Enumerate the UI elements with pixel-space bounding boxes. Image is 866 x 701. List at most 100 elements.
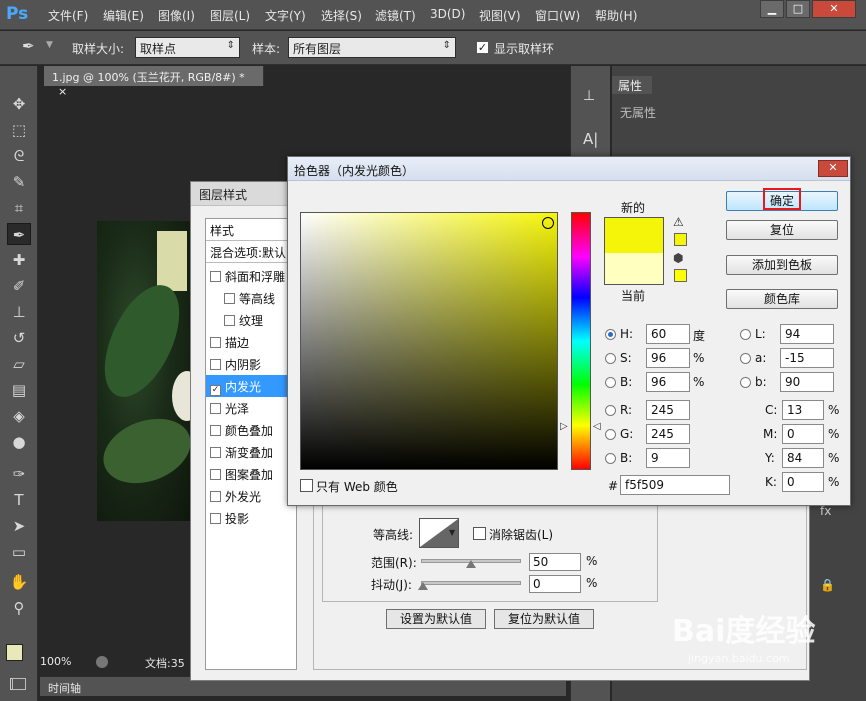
style-checkbox[interactable] [210, 359, 221, 370]
saturation-input[interactable]: 96 [646, 348, 690, 368]
type-tool-icon[interactable]: T [7, 489, 31, 511]
reset-default-button[interactable]: 复位为默认值 [494, 609, 594, 629]
history-brush-icon[interactable]: ↺ [7, 327, 31, 349]
style-checkbox[interactable] [210, 337, 221, 348]
green-radio[interactable] [605, 429, 616, 440]
style-checkbox[interactable] [224, 293, 235, 304]
tab-properties[interactable]: 属性 [612, 76, 652, 94]
menu-select[interactable]: 选择(S) [321, 7, 362, 24]
web-safe-cube-icon[interactable]: ⬢ [673, 251, 683, 265]
style-item-inner-glow[interactable]: ✓ 内发光 [206, 375, 296, 397]
hex-input[interactable]: f5f509 [620, 475, 730, 495]
brightness-input[interactable]: 96 [646, 372, 690, 392]
jitter-slider[interactable] [421, 581, 521, 585]
style-checkbox[interactable] [224, 315, 235, 326]
close-icon[interactable]: ✕ [818, 160, 848, 177]
jitter-slider-thumb[interactable] [418, 582, 428, 590]
style-item-contour[interactable]: 等高线 [206, 287, 296, 309]
healing-brush-icon[interactable]: ✚ [7, 249, 31, 271]
menu-layer[interactable]: 图层(L) [210, 7, 250, 24]
eraser-tool-icon[interactable]: ▱ [7, 353, 31, 375]
pen-tool-icon[interactable]: ✑ [7, 463, 31, 485]
lab-a-radio[interactable] [740, 353, 751, 364]
style-checkbox[interactable] [210, 271, 221, 282]
lab-l-radio[interactable] [740, 329, 751, 340]
menu-filter[interactable]: 滤镜(T) [375, 7, 416, 24]
range-input[interactable]: 50 [529, 553, 581, 571]
cyan-input[interactable]: 13 [782, 400, 824, 420]
style-checkbox[interactable] [210, 513, 221, 524]
style-item-pattern-overlay[interactable]: 图案叠加 [206, 463, 296, 485]
style-checkbox[interactable] [210, 491, 221, 502]
menu-file[interactable]: 文件(F) [48, 7, 88, 24]
screen-mode-icon[interactable] [12, 678, 26, 690]
dodge-tool-icon[interactable]: ● [7, 431, 31, 453]
red-radio[interactable] [605, 405, 616, 416]
lab-a-input[interactable]: -15 [780, 348, 834, 368]
document-tab[interactable]: 1.jpg @ 100% (玉兰花开, RGB/8#) * × [44, 66, 264, 98]
menu-help[interactable]: 帮助(H) [595, 7, 637, 24]
green-input[interactable]: 245 [646, 424, 690, 444]
hue-arrow-right-icon[interactable]: ◁ [593, 421, 601, 432]
yellow-input[interactable]: 84 [782, 448, 824, 468]
brush-tool-icon[interactable]: ✐ [7, 275, 31, 297]
stamp-tool-icon[interactable]: ⊥ [7, 301, 31, 323]
blue-input[interactable]: 9 [646, 448, 690, 468]
zoom-tool-icon[interactable]: ⚲ [7, 597, 31, 619]
foreground-color-swatch[interactable] [6, 644, 23, 661]
reset-button[interactable]: 复位 [726, 220, 838, 240]
style-item-inner-shadow[interactable]: 内阴影 [206, 353, 296, 375]
stamp-panel-icon[interactable]: ⊥ [583, 88, 595, 104]
zoom-level[interactable]: 100% [40, 655, 71, 668]
gamut-swatch[interactable] [674, 233, 687, 246]
magenta-input[interactable]: 0 [782, 424, 824, 444]
black-input[interactable]: 0 [782, 472, 824, 492]
character-panel-icon[interactable]: A| [583, 130, 598, 148]
crop-tool-icon[interactable]: ⌗ [7, 197, 31, 219]
saturation-radio[interactable] [605, 353, 616, 364]
hue-arrow-left-icon[interactable]: ▷ [560, 421, 568, 432]
style-item-drop-shadow[interactable]: 投影 [206, 507, 296, 529]
lab-b-input[interactable]: 90 [780, 372, 834, 392]
quick-select-tool-icon[interactable]: ✎ [7, 171, 31, 193]
move-tool-icon[interactable]: ✥ [7, 93, 31, 115]
color-libraries-button[interactable]: 颜色库 [726, 289, 838, 309]
fx-icon[interactable]: fx [820, 504, 831, 518]
menu-window[interactable]: 窗口(W) [535, 7, 580, 24]
make-default-button[interactable]: 设置为默认值 [386, 609, 486, 629]
marquee-tool-icon[interactable]: ⬚ [7, 119, 31, 141]
style-item-bevel[interactable]: 斜面和浮雕 [206, 265, 296, 287]
blur-tool-icon[interactable]: ◈ [7, 405, 31, 427]
window-close-icon[interactable]: ✕ [812, 0, 856, 18]
chevron-down-icon[interactable]: ▼ [46, 40, 53, 50]
only-web-colors-checkbox[interactable] [300, 479, 313, 492]
current-color-swatch[interactable] [604, 253, 664, 285]
hue-slider[interactable] [571, 212, 591, 470]
jitter-input[interactable]: 0 [529, 575, 581, 593]
style-checkbox[interactable] [210, 447, 221, 458]
hand-tool-icon[interactable]: ✋ [7, 571, 31, 593]
add-to-swatches-button[interactable]: 添加到色板 [726, 255, 838, 275]
lasso-tool-icon[interactable]: ᘓ [7, 145, 31, 167]
blue-radio[interactable] [605, 453, 616, 464]
lab-b-radio[interactable] [740, 377, 751, 388]
menu-edit[interactable]: 编辑(E) [103, 7, 144, 24]
show-ring-checkbox[interactable]: ✓ [476, 41, 489, 54]
maximize-icon[interactable]: □ [786, 0, 810, 18]
minimize-icon[interactable]: ▁ [760, 0, 784, 18]
brightness-radio[interactable] [605, 377, 616, 388]
tab-close-icon[interactable]: × [58, 85, 67, 98]
red-input[interactable]: 245 [646, 400, 690, 420]
color-field-cursor[interactable] [542, 217, 554, 229]
sample-size-select[interactable]: 取样点 ⇕ [135, 37, 240, 58]
style-checkbox[interactable] [210, 469, 221, 480]
lock-icon[interactable]: 🔒 [820, 578, 835, 592]
style-checkbox[interactable] [210, 425, 221, 436]
style-item-gradient-overlay[interactable]: 渐变叠加 [206, 441, 296, 463]
lab-l-input[interactable]: 94 [780, 324, 834, 344]
color-field[interactable] [300, 212, 558, 470]
style-item-texture[interactable]: 纹理 [206, 309, 296, 331]
eyedropper-icon[interactable]: ✒ [22, 37, 35, 55]
range-slider-thumb[interactable] [466, 560, 476, 568]
shape-tool-icon[interactable]: ▭ [7, 541, 31, 563]
